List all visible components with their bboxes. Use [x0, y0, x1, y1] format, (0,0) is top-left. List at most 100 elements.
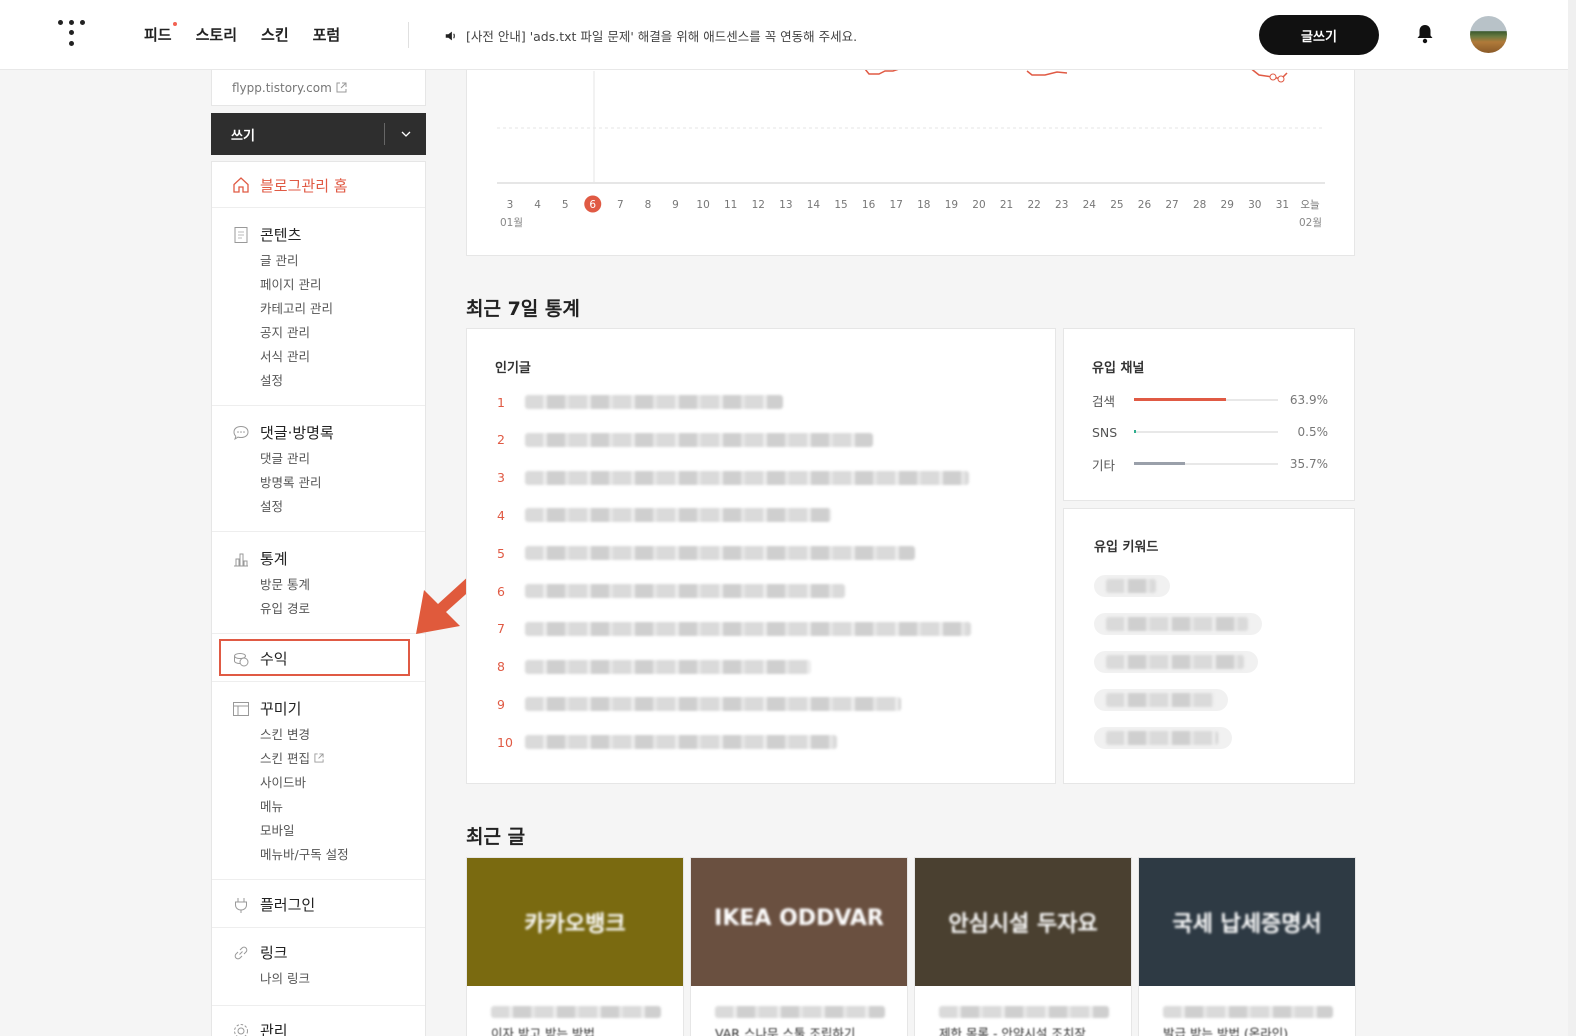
recent-post-card[interactable]: 카카오뱅크 이자 받고 받는 방법	[466, 857, 684, 1036]
sidebar-item-menubar-settings[interactable]: 메뉴바/구독 설정	[260, 843, 425, 867]
sidebar-item-comment-manage[interactable]: 댓글 관리	[260, 447, 425, 471]
x-tick-label[interactable]: 21	[1000, 199, 1013, 211]
x-tick-label[interactable]: 22	[1027, 199, 1040, 211]
popular-post-row[interactable]: 1	[497, 392, 783, 412]
popular-post-row[interactable]: 9	[497, 694, 901, 714]
x-tick-label[interactable]: 8	[645, 199, 652, 211]
x-tick-label[interactable]: 6	[589, 199, 596, 211]
sidebar-item-category-manage[interactable]: 카테고리 관리	[260, 297, 425, 321]
scrollbar[interactable]	[1568, 0, 1576, 1036]
x-tick-label[interactable]: 오늘	[1300, 199, 1320, 211]
bell-icon[interactable]	[1416, 24, 1434, 44]
channel-bar-fill	[1134, 430, 1136, 433]
sidebar-item-contents[interactable]: 콘텐츠	[232, 224, 425, 245]
channel-title: 유입 채널	[1092, 361, 1145, 376]
x-tick-label[interactable]: 3	[507, 199, 514, 211]
sidebar-item-notice-manage[interactable]: 공지 관리	[260, 321, 425, 345]
blog-url-link[interactable]: flypp.tistory.com	[212, 70, 425, 105]
notice-link[interactable]: [사전 안내] 'ads.txt 파일 문제' 해결을 위해 애드센스를 꼭 연…	[444, 26, 857, 45]
popular-post-row[interactable]: 6	[497, 581, 845, 601]
popular-post-row[interactable]: 10	[497, 732, 837, 752]
link-icon	[234, 946, 248, 959]
sidebar-item-guestbook-manage[interactable]: 방명록 관리	[260, 471, 425, 495]
sidebar-item-visit-stats[interactable]: 방문 통계	[260, 573, 425, 597]
write-dropdown[interactable]: 쓰기	[211, 113, 426, 155]
sidebar-item-template-manage[interactable]: 서식 관리	[260, 345, 425, 369]
sidebar-item-comments-settings[interactable]: 설정	[260, 495, 425, 519]
x-tick-label[interactable]: 27	[1165, 199, 1178, 211]
x-tick-label[interactable]: 10	[696, 199, 709, 211]
channel-label: SNS	[1092, 424, 1118, 440]
avatar[interactable]	[1470, 16, 1507, 53]
x-tick-label[interactable]: 31	[1276, 199, 1289, 211]
sidebar-item-stats[interactable]: 통계	[232, 548, 425, 569]
popular-post-row[interactable]: 2	[497, 430, 873, 450]
x-tick-label[interactable]: 26	[1138, 199, 1152, 211]
sidebar-item-skin-change[interactable]: 스킨 변경	[260, 723, 425, 747]
keyword-item[interactable]	[1094, 689, 1228, 711]
x-tick-label[interactable]: 14	[807, 199, 821, 211]
channel-row: 검색 63.9%	[1092, 391, 1328, 409]
sidebar-item-post-manage[interactable]: 글 관리	[260, 249, 425, 273]
sidebar-item-home[interactable]: 블로그관리 홈	[212, 162, 425, 208]
keyword-item[interactable]	[1094, 651, 1258, 673]
x-tick-label[interactable]: 23	[1055, 199, 1068, 211]
recent-post-card[interactable]: IKEA ODDVAR VAR 스나무 스툴 조립하기	[690, 857, 908, 1036]
visit-point	[1277, 75, 1285, 83]
x-tick-label[interactable]: 19	[945, 199, 958, 211]
x-tick-label[interactable]: 16	[862, 199, 876, 211]
x-tick-label[interactable]: 5	[562, 199, 569, 211]
keyword-item[interactable]	[1094, 613, 1262, 635]
sidebar-item-skin-edit[interactable]: 스킨 편집	[260, 747, 425, 771]
nav-story[interactable]: 스토리	[196, 24, 237, 45]
x-tick-label[interactable]: 28	[1193, 199, 1206, 211]
sidebar-item-menu[interactable]: 메뉴	[260, 795, 425, 819]
popular-post-row[interactable]: 4	[497, 505, 831, 525]
sidebar-item-sidebar[interactable]: 사이드바	[260, 771, 425, 795]
sidebar-item-contents-settings[interactable]: 설정	[260, 369, 425, 393]
x-tick-label[interactable]: 9	[672, 199, 679, 211]
sidebar-item-link[interactable]: 링크	[232, 942, 425, 963]
tistory-logo-icon[interactable]	[58, 20, 86, 50]
nav-skin[interactable]: 스킨	[261, 24, 289, 45]
x-tick-label[interactable]: 20	[972, 199, 985, 211]
x-tick-label[interactable]: 29	[1221, 199, 1234, 211]
keyword-item[interactable]	[1094, 727, 1232, 749]
x-tick-label[interactable]: 30	[1248, 199, 1261, 211]
x-tick-label[interactable]: 7	[617, 199, 624, 211]
x-tick-label[interactable]: 15	[834, 199, 847, 211]
recent-post-card[interactable]: 국세 납세증명서 발급 받는 방법 (온라인)	[1138, 857, 1356, 1036]
x-tick-label[interactable]: 12	[752, 199, 765, 211]
sidebar-item-page-manage[interactable]: 페이지 관리	[260, 273, 425, 297]
sidebar-item-mobile[interactable]: 모바일	[260, 819, 425, 843]
main-nav: 피드 스토리 스킨 포럼	[144, 22, 341, 45]
nav-feed[interactable]: 피드	[144, 22, 177, 45]
x-tick-label[interactable]: 18	[917, 199, 930, 211]
nav-forum[interactable]: 포럼	[313, 24, 341, 45]
x-tick-label[interactable]: 17	[890, 199, 903, 211]
chevron-down-icon[interactable]	[384, 123, 426, 145]
popular-post-row[interactable]: 5	[497, 543, 915, 563]
popular-post-row[interactable]: 8	[497, 657, 811, 677]
keyword-item[interactable]	[1094, 575, 1170, 597]
sidebar-item-my-link[interactable]: 나의 링크	[260, 967, 425, 991]
channel-bar-track	[1134, 398, 1278, 401]
x-tick-label[interactable]: 4	[534, 199, 541, 211]
sidebar-item-manage[interactable]: 관리	[232, 1020, 425, 1036]
write-post-button[interactable]: 글쓰기	[1259, 15, 1379, 55]
x-tick-label[interactable]: 25	[1110, 199, 1123, 211]
referrer-keyword-card: 유입 키워드	[1063, 508, 1355, 784]
x-tick-label[interactable]: 11	[724, 199, 737, 211]
sidebar-decorate-label: 꾸미기	[260, 700, 302, 718]
post-title-blurred	[525, 621, 971, 636]
sidebar-item-referrer[interactable]: 유입 경로	[260, 597, 425, 621]
sidebar-plugin-label: 플러그인	[260, 896, 316, 914]
popular-post-row[interactable]: 7	[497, 619, 971, 639]
sidebar-item-plugin[interactable]: 플러그인	[232, 894, 425, 915]
sidebar-item-decorate[interactable]: 꾸미기	[232, 698, 425, 719]
x-tick-label[interactable]: 13	[779, 199, 792, 211]
recent-post-card[interactable]: 안심시설 두자요 제한 목록 - 안약시설 조치장	[914, 857, 1132, 1036]
x-tick-label[interactable]: 24	[1083, 199, 1097, 211]
popular-post-row[interactable]: 3	[497, 468, 969, 488]
sidebar-item-comments[interactable]: 댓글·방명록	[232, 422, 425, 443]
